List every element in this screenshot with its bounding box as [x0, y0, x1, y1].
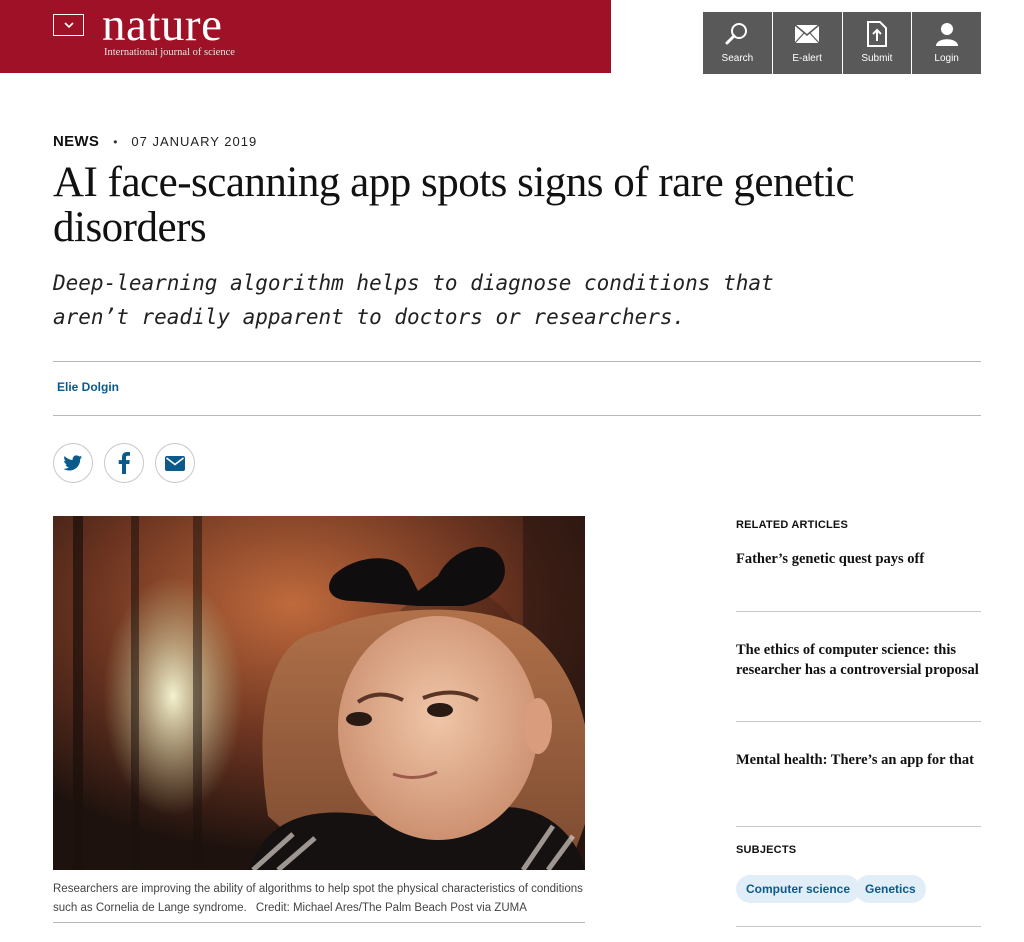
search-icon	[725, 23, 748, 45]
article-type: NEWS	[53, 133, 100, 150]
login-button[interactable]: Login	[912, 12, 981, 74]
share-email-button[interactable]	[155, 443, 195, 483]
search-label: Search	[721, 53, 754, 64]
article-title: AI face-scanning app spots signs of rare…	[53, 159, 855, 251]
related-article-link[interactable]: The ethics of computer science: this res…	[736, 640, 986, 680]
chevron-down-icon	[63, 22, 74, 29]
photo-credit: Credit: Michael Ares/The Palm Beach Post…	[255, 902, 527, 914]
subject-tag[interactable]: Computer science	[736, 875, 861, 903]
divider	[736, 721, 981, 722]
article-standfirst: Deep-learning algorithm helps to diagnos…	[53, 271, 774, 329]
e-alert-label: E-alert	[792, 53, 822, 64]
divider	[53, 361, 981, 362]
article-date: 07 JANUARY 2019	[131, 134, 258, 149]
user-icon	[935, 23, 958, 46]
mail-icon	[794, 24, 820, 44]
related-article-link[interactable]: Father’s genetic quest pays off	[736, 549, 986, 569]
photo-caption: Researchers are improving the ability of…	[53, 880, 593, 918]
submit-button[interactable]: Submit	[842, 12, 913, 74]
submit-label: Submit	[861, 53, 893, 64]
divider	[736, 826, 981, 827]
share-facebook-button[interactable]	[104, 443, 144, 483]
menu-toggle-button[interactable]	[53, 14, 84, 36]
upload-icon	[866, 21, 887, 47]
share-twitter-button[interactable]	[53, 443, 93, 483]
article-photo	[53, 516, 585, 870]
email-icon	[165, 455, 185, 471]
search-button[interactable]: Search	[703, 12, 773, 74]
site-tagline: International journal of science	[104, 47, 235, 58]
brand-bar: nature International journal of science	[0, 0, 611, 73]
article-meta: NEWS • 07 JANUARY 2019	[53, 133, 257, 150]
site-logo[interactable]: nature	[102, 2, 222, 49]
facebook-icon	[118, 452, 130, 474]
author-link[interactable]: Elie Dolgin	[57, 380, 119, 394]
header-tools: Search E-alert Submit Login	[703, 12, 981, 74]
related-article-link[interactable]: Mental health: There’s an app for that	[736, 750, 986, 770]
divider	[736, 611, 981, 612]
twitter-icon	[63, 454, 83, 470]
separator-dot: •	[113, 134, 118, 149]
divider	[53, 922, 585, 923]
divider	[736, 926, 981, 927]
subjects-heading: SUBJECTS	[736, 844, 797, 856]
subject-tag[interactable]: Genetics	[855, 875, 926, 903]
login-label: Login	[934, 53, 959, 64]
e-alert-button[interactable]: E-alert	[772, 12, 843, 74]
related-articles-heading: RELATED ARTICLES	[736, 519, 848, 531]
divider	[53, 415, 981, 416]
